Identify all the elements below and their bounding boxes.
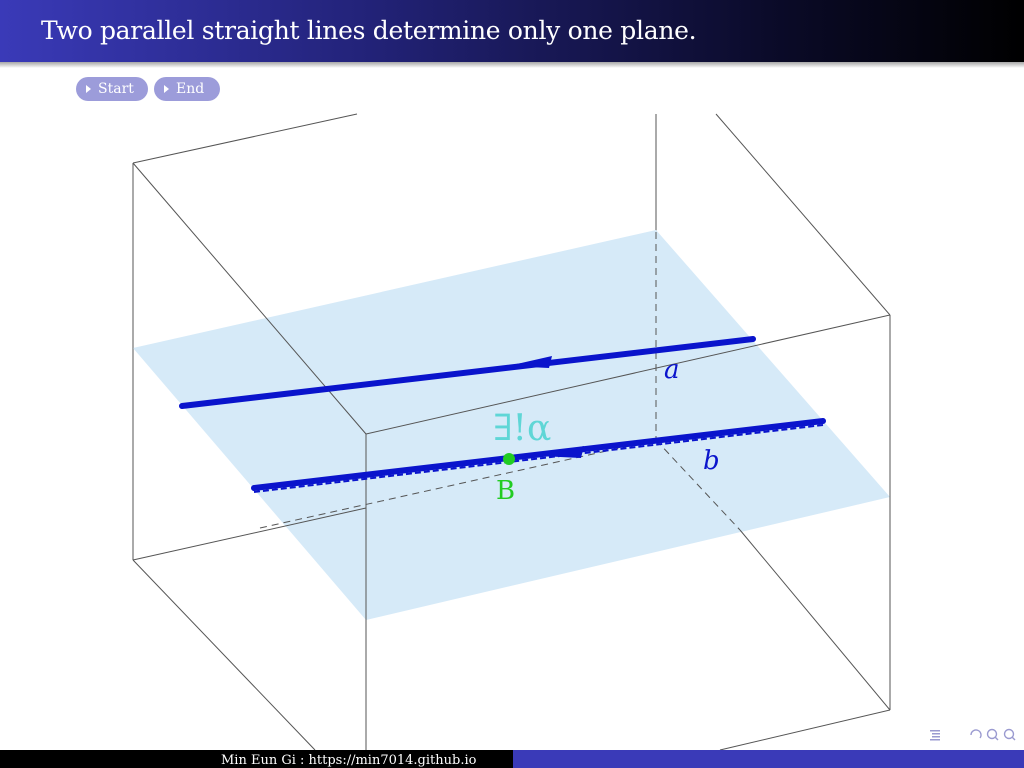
point-b [503,453,515,465]
line-a-label: a [664,355,680,385]
point-label: B [496,476,515,506]
geometry-figure: a b ∃!α B [132,113,891,751]
footer-author-text: Min Eun Gi : https://min7014.github.io [221,753,477,768]
plane-label: ∃!α [493,408,551,449]
outline-icon[interactable] [929,728,943,742]
search-zoom-icon[interactable] [969,727,1021,743]
line-b-label: b [703,446,720,476]
footer-right-bar [513,750,1024,768]
